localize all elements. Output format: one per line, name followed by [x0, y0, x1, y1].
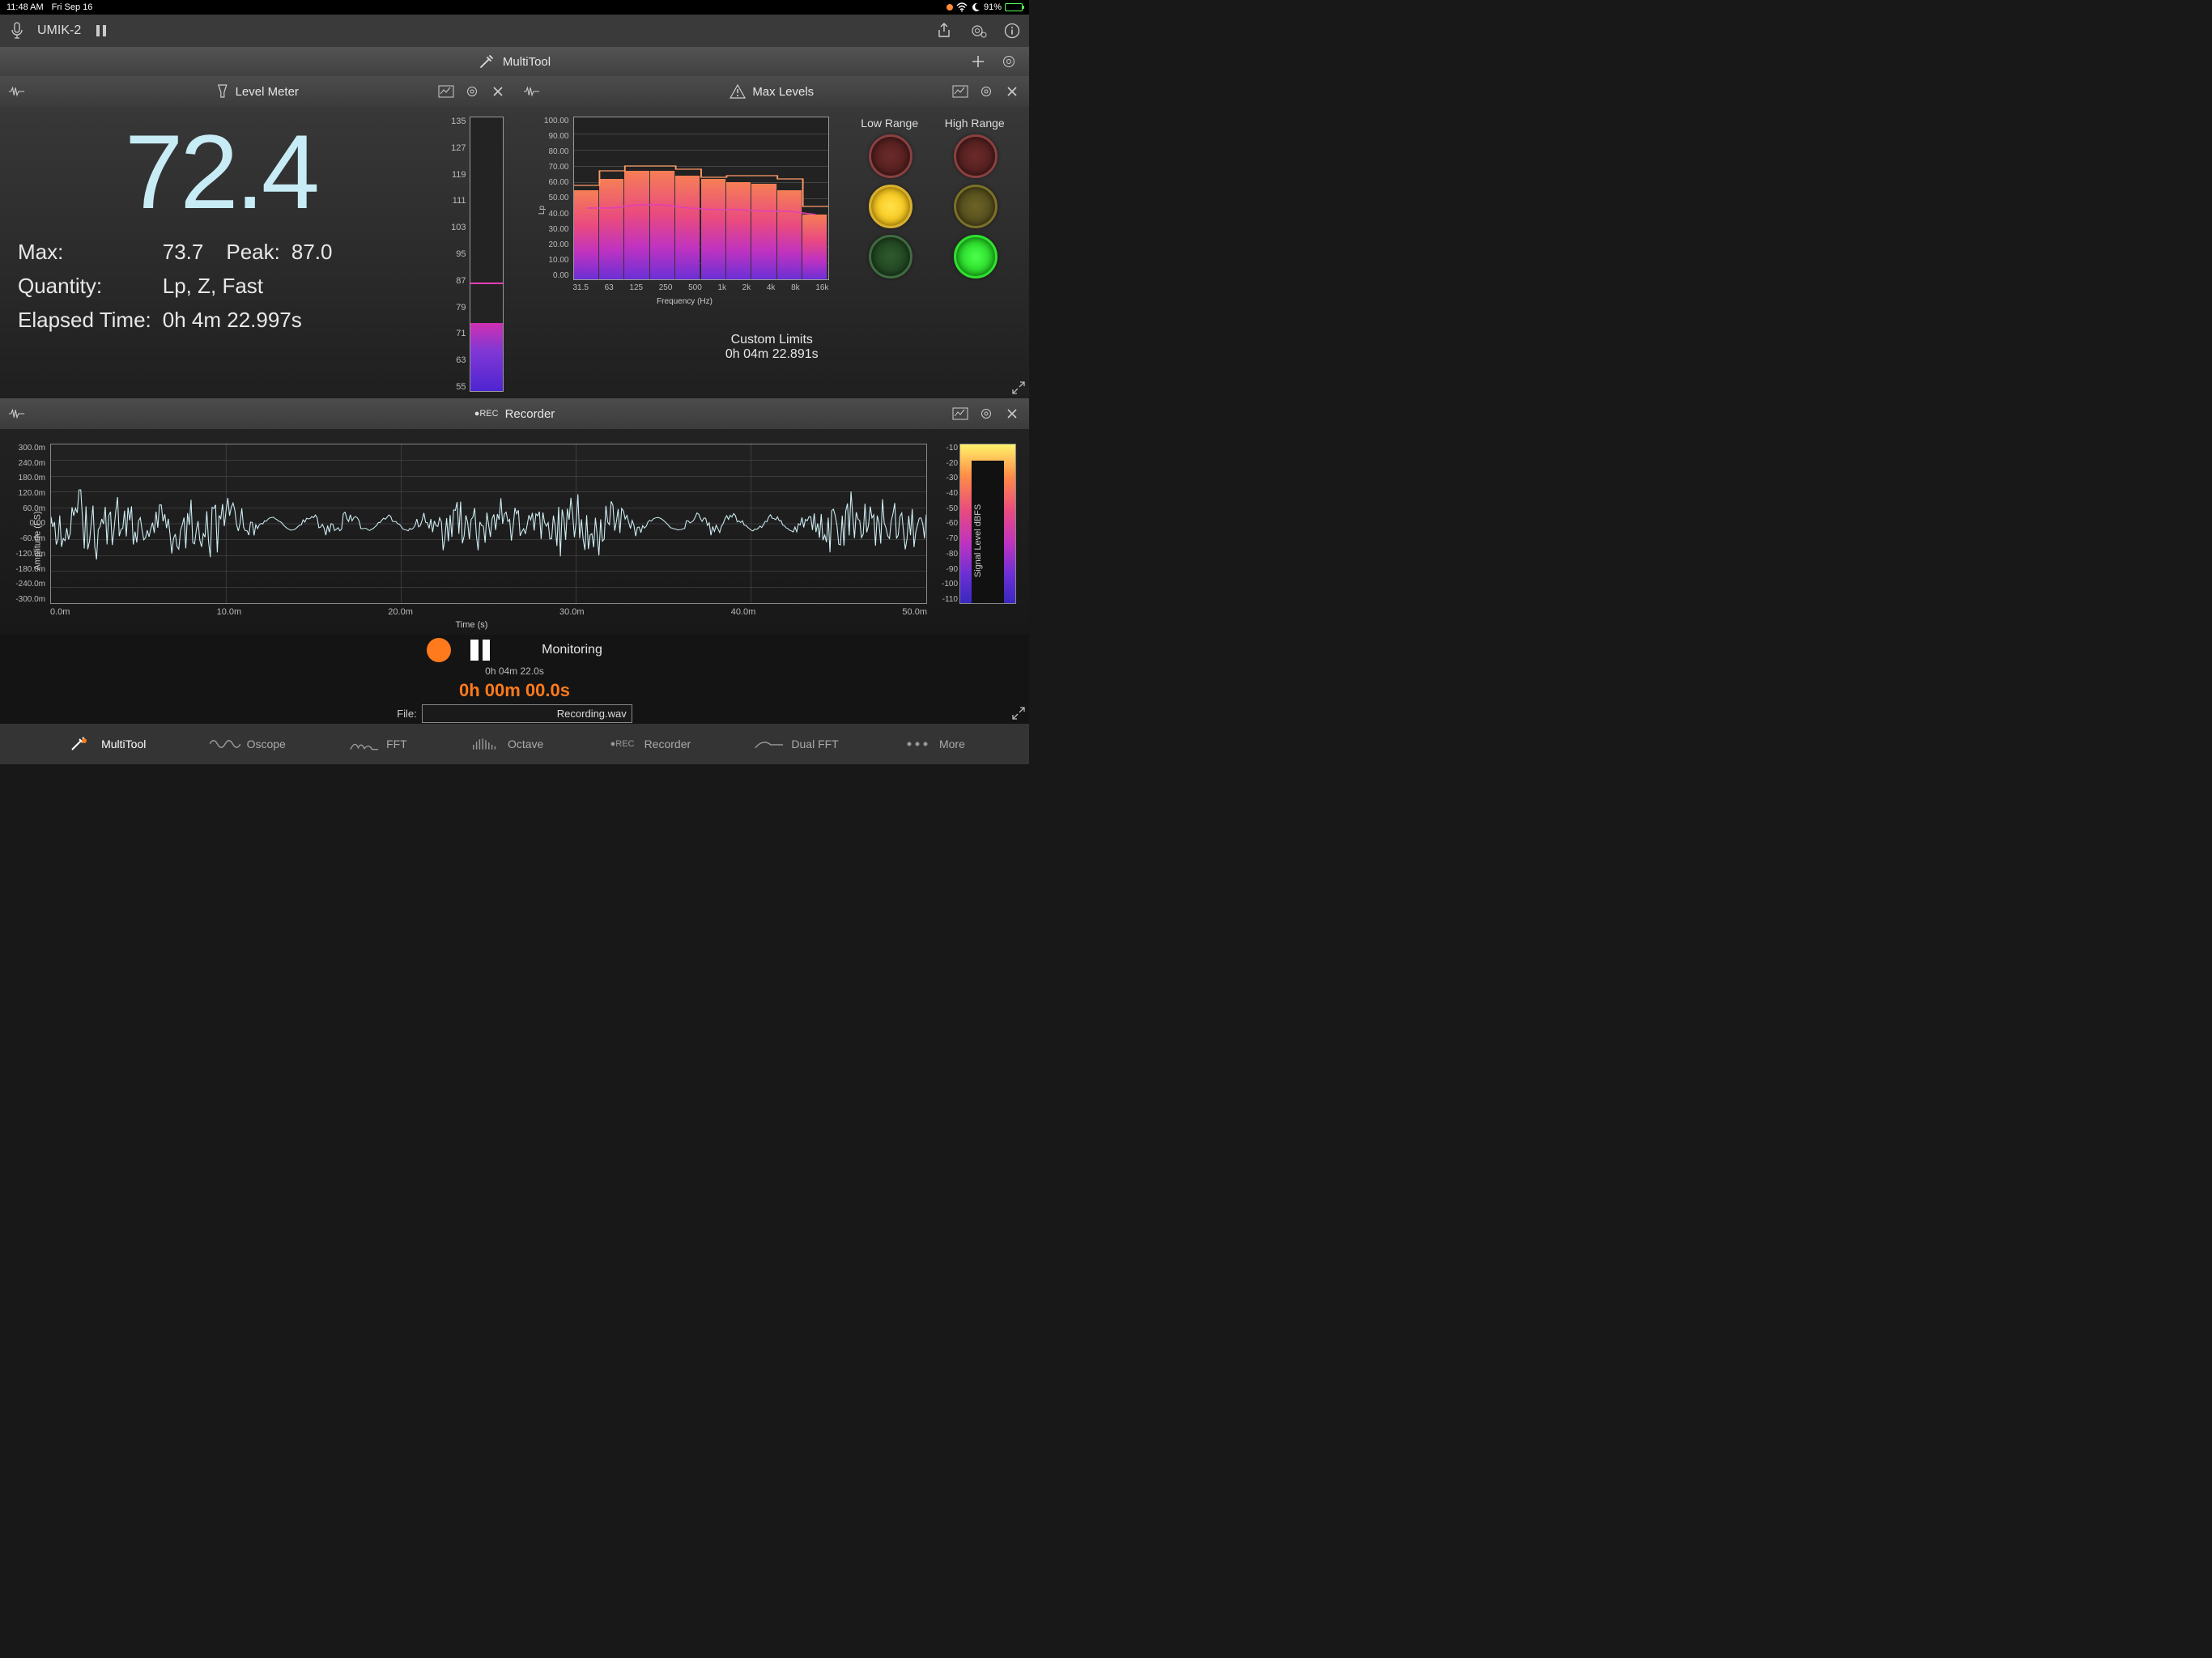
close-panel-icon[interactable]: [489, 83, 507, 100]
max-levels-header: Max Levels: [515, 76, 1030, 107]
dualfft-icon: [754, 735, 785, 753]
recording-indicator-dot: [946, 4, 953, 11]
vertical-level-meter: 135127119111103958779716355: [447, 117, 504, 392]
panel-gear-icon[interactable]: [977, 83, 995, 100]
app-settings-icon[interactable]: [1000, 53, 1018, 70]
battery-percentage: 91%: [984, 2, 1002, 12]
moon-icon: [971, 2, 981, 12]
wifi-icon: [956, 2, 968, 12]
dbfs-meter: -10-20-30-40-50-60-70-80-90-100-110 Sign…: [940, 440, 1016, 631]
add-panel-icon[interactable]: [969, 53, 987, 70]
recorder-elapsed: 0h 04m 22.0s: [485, 665, 544, 677]
multitool-app-icon: [479, 53, 495, 70]
close-panel-icon[interactable]: [1003, 83, 1021, 100]
file-label: File:: [397, 708, 417, 720]
tab-more[interactable]: More: [902, 735, 965, 753]
record-button[interactable]: [427, 638, 451, 662]
high-yellow-light: [954, 185, 998, 228]
app-title: MultiTool: [503, 55, 551, 69]
panel-gear-icon[interactable]: [463, 83, 481, 100]
settings-gear-icon[interactable]: [969, 22, 987, 40]
recorder-icon: ●REC: [607, 735, 638, 753]
high-range-label: High Range: [945, 117, 1005, 130]
low-range-label: Low Range: [861, 117, 918, 130]
fft-icon: [349, 735, 380, 753]
status-bar: 11:48 AM Fri Sep 16 91%: [0, 0, 1029, 15]
level-meter-header: Level Meter: [0, 76, 515, 107]
custom-limits-label: Custom Limits: [526, 333, 1019, 347]
share-icon[interactable]: [935, 22, 953, 40]
rec-badge: ●REC: [474, 409, 499, 419]
signal-icon[interactable]: [8, 83, 26, 100]
more-icon: [902, 735, 933, 753]
app-title-bar: MultiTool: [0, 47, 1029, 76]
high-red-light: [954, 134, 998, 178]
microphone-icon[interactable]: [8, 22, 26, 40]
pause-icon[interactable]: [92, 22, 110, 40]
chart-toggle-icon[interactable]: [951, 405, 969, 423]
battery-icon: [1005, 3, 1023, 11]
recorder-time: 0h 00m 00.0s: [459, 680, 570, 701]
recorder-panel: ●REC Recorder 300.0m240.0m180.0m120.0m60…: [0, 398, 1029, 724]
spl-value: 72.4: [125, 117, 355, 227]
microphone-name[interactable]: UMIK-2: [37, 23, 81, 38]
tab-fft[interactable]: FFT: [349, 735, 407, 753]
expand-icon[interactable]: [1011, 380, 1026, 395]
recorder-header: ●REC Recorder: [0, 398, 1029, 429]
panel-title: Level Meter: [236, 85, 299, 99]
tab-dualfft[interactable]: Dual FFT: [754, 735, 838, 753]
low-green-light: [869, 235, 912, 278]
tab-octave[interactable]: Octave: [470, 735, 543, 753]
recorder-status: Monitoring: [542, 643, 602, 657]
pause-button[interactable]: [470, 640, 490, 661]
status-time: 11:48 AM: [6, 2, 44, 12]
warning-icon: [730, 84, 746, 99]
top-panels: Level Meter 72.4 Max:73.7 Peak:87.0 Quan…: [0, 76, 1029, 398]
meter-info-table: Max:73.7 Peak:87.0 Quantity:Lp, Z, Fast …: [16, 234, 355, 338]
multitool-icon: [64, 735, 95, 753]
close-panel-icon[interactable]: [1003, 405, 1021, 423]
level-meter-icon: [216, 83, 229, 100]
low-yellow-light: [869, 185, 912, 228]
level-meter-panel: Level Meter 72.4 Max:73.7 Peak:87.0 Quan…: [0, 76, 515, 398]
tab-recorder[interactable]: ●REC Recorder: [607, 735, 691, 753]
tab-oscope[interactable]: Oscope: [210, 735, 286, 753]
oscope-icon: [210, 735, 240, 753]
tab-multitool[interactable]: MultiTool: [64, 735, 146, 753]
panel-gear-icon[interactable]: [977, 405, 995, 423]
filename-input[interactable]: [422, 704, 632, 723]
bottom-tab-bar: MultiTool Oscope FFT Octave ●REC Recorde…: [0, 724, 1029, 764]
high-green-light: [954, 235, 998, 278]
octave-icon: [470, 735, 501, 753]
max-levels-chart: 100.0090.0080.0070.0060.0050.0040.0030.0…: [539, 117, 831, 295]
max-levels-time: 0h 04m 22.891s: [526, 347, 1019, 362]
range-lights: Low Range High Range: [848, 117, 1018, 325]
status-date: Fri Sep 16: [52, 2, 93, 12]
panel-title: Max Levels: [752, 85, 814, 99]
signal-icon[interactable]: [523, 83, 541, 100]
waveform-chart: 300.0m240.0m180.0m120.0m60.0m0.00-60.0m-…: [13, 440, 930, 631]
signal-icon[interactable]: [8, 405, 26, 423]
info-icon[interactable]: [1003, 22, 1021, 40]
device-toolbar: UMIK-2: [0, 15, 1029, 47]
max-levels-panel: Max Levels 100.0090.0080.0070.0060.0050.…: [515, 76, 1030, 398]
low-red-light: [869, 134, 912, 178]
expand-icon[interactable]: [1011, 706, 1026, 721]
chart-toggle-icon[interactable]: [951, 83, 969, 100]
chart-toggle-icon[interactable]: [437, 83, 455, 100]
panel-title: Recorder: [505, 407, 555, 421]
